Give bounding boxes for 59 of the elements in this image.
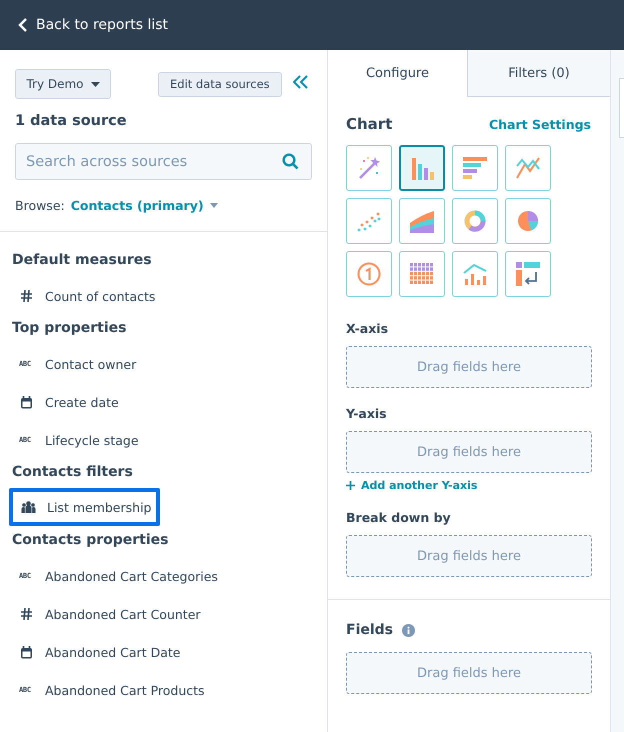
chart-type-button[interactable]: [505, 145, 551, 191]
axis-label: X-axis: [346, 321, 390, 336]
fields-heading: Fields: [346, 622, 394, 638]
property-item[interactable]: List membership: [9, 488, 160, 526]
chart-type-button[interactable]: [452, 251, 498, 297]
property-item[interactable]: Abandoned Cart Date: [0, 634, 327, 670]
data-source-count: 1 data source: [15, 113, 128, 129]
chart-type-button[interactable]: [399, 145, 445, 191]
bar-chart-icon: [463, 157, 487, 179]
chart-type-button[interactable]: [346, 251, 392, 297]
pivot-table-icon: [516, 262, 540, 286]
tab[interactable]: Filters (0): [467, 50, 610, 97]
pie-chart-icon: [517, 210, 539, 232]
search-icon: [282, 153, 299, 170]
donut-chart-icon: [464, 210, 486, 232]
section-heading: Default measures: [11, 251, 153, 270]
property-item[interactable]: Count of contacts: [0, 278, 327, 314]
property-item[interactable]: Abandoned Cart Counter: [0, 596, 327, 632]
line-chart-icon: [516, 157, 540, 179]
axis-label: Y-axis: [346, 406, 388, 421]
people-icon: [21, 501, 36, 513]
axis-label: Break down by: [346, 510, 452, 525]
scatter-chart-icon: [357, 210, 381, 232]
search-field[interactable]: Search across sources: [15, 143, 312, 180]
single-value-icon: [357, 262, 381, 286]
calendar-icon: [19, 646, 34, 658]
edit-data-sources-button[interactable]: Edit data sources: [158, 72, 282, 96]
table-grid-icon: [410, 263, 434, 285]
chart-type-button[interactable]: [452, 145, 498, 191]
add-y-axis-link[interactable]: Add another Y-axis: [346, 479, 592, 492]
section-heading: Top properties: [11, 319, 128, 338]
section-heading: Contacts filters: [11, 463, 134, 482]
plus-icon: [346, 481, 355, 490]
collapse-icon[interactable]: [292, 74, 309, 88]
chart-heading: Chart: [346, 115, 392, 133]
calendar-icon: [19, 396, 34, 408]
number-type-icon: [19, 290, 34, 302]
caret-icon: [210, 203, 218, 208]
caret-icon: [90, 82, 100, 86]
chart-type-button[interactable]: [399, 251, 445, 297]
chart-type-button[interactable]: [452, 198, 498, 244]
back-link[interactable]: Back to reports list: [18, 17, 168, 33]
column-chart-icon: [410, 156, 434, 180]
try-demo-button[interactable]: Try Demo: [15, 69, 111, 99]
chart-type-button[interactable]: [346, 198, 392, 244]
chart-type-button[interactable]: [346, 145, 392, 191]
chart-type-button[interactable]: [505, 198, 551, 244]
browse-label: Browse:: [15, 198, 65, 213]
property-item[interactable]: Create date: [0, 384, 327, 420]
section-heading: Contacts properties: [11, 531, 170, 550]
chart-settings-link[interactable]: Chart Settings: [488, 116, 591, 132]
back-icon: [18, 17, 28, 33]
combo-chart-icon: [463, 263, 487, 285]
number-type-icon: [19, 608, 34, 620]
chart-type-button[interactable]: [399, 198, 445, 244]
browse-dropdown[interactable]: Contacts (primary): [70, 198, 218, 213]
info-icon: [402, 624, 416, 636]
chart-type-button[interactable]: [505, 251, 551, 297]
area-chart-icon: [409, 209, 435, 233]
